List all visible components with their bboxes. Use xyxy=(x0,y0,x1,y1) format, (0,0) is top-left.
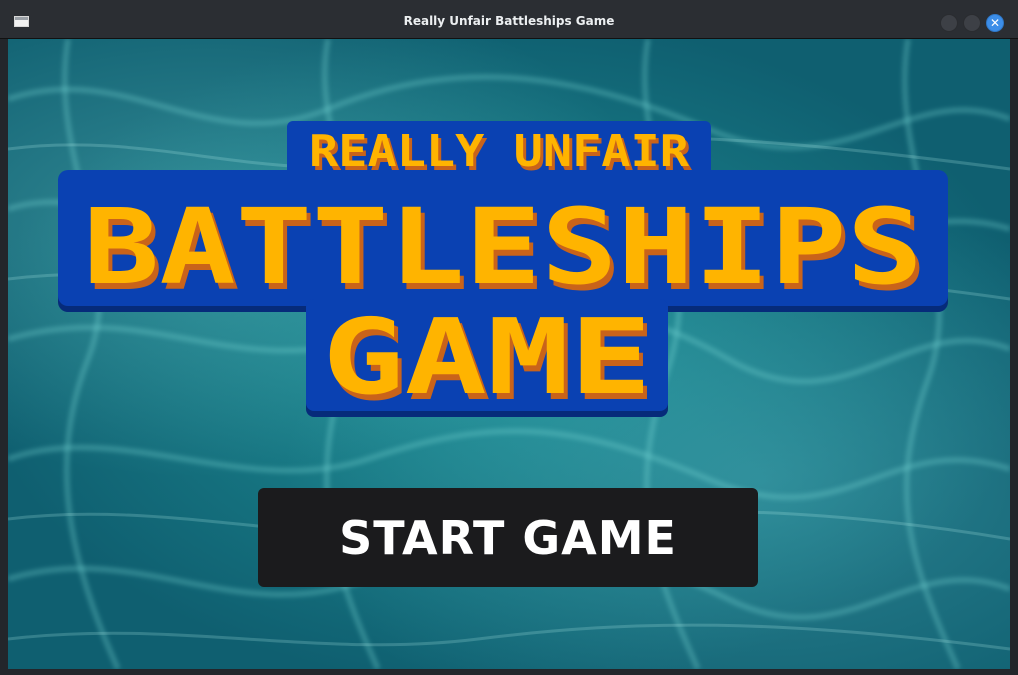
maximize-button[interactable] xyxy=(963,14,981,32)
window-title: Really Unfair Battleships Game xyxy=(403,14,615,28)
logo-line2: BATTLESHIPS xyxy=(83,186,923,308)
minimize-button[interactable] xyxy=(940,14,958,32)
close-icon: ✕ xyxy=(989,16,1001,30)
logo-line3: GAME xyxy=(322,296,652,418)
game-canvas[interactable]: REALLY UNFAIR REALLY UNFAIR BATTLESHIPS … xyxy=(8,39,1010,669)
start-game-button[interactable]: START GAME xyxy=(258,488,758,587)
close-button[interactable]: ✕ xyxy=(986,14,1004,32)
title-bar[interactable]: Really Unfair Battleships Game ✕ xyxy=(0,0,1018,39)
logo-line1: REALLY UNFAIR xyxy=(309,126,690,177)
app-window: Really Unfair Battleships Game ✕ REALLY … xyxy=(0,0,1018,675)
